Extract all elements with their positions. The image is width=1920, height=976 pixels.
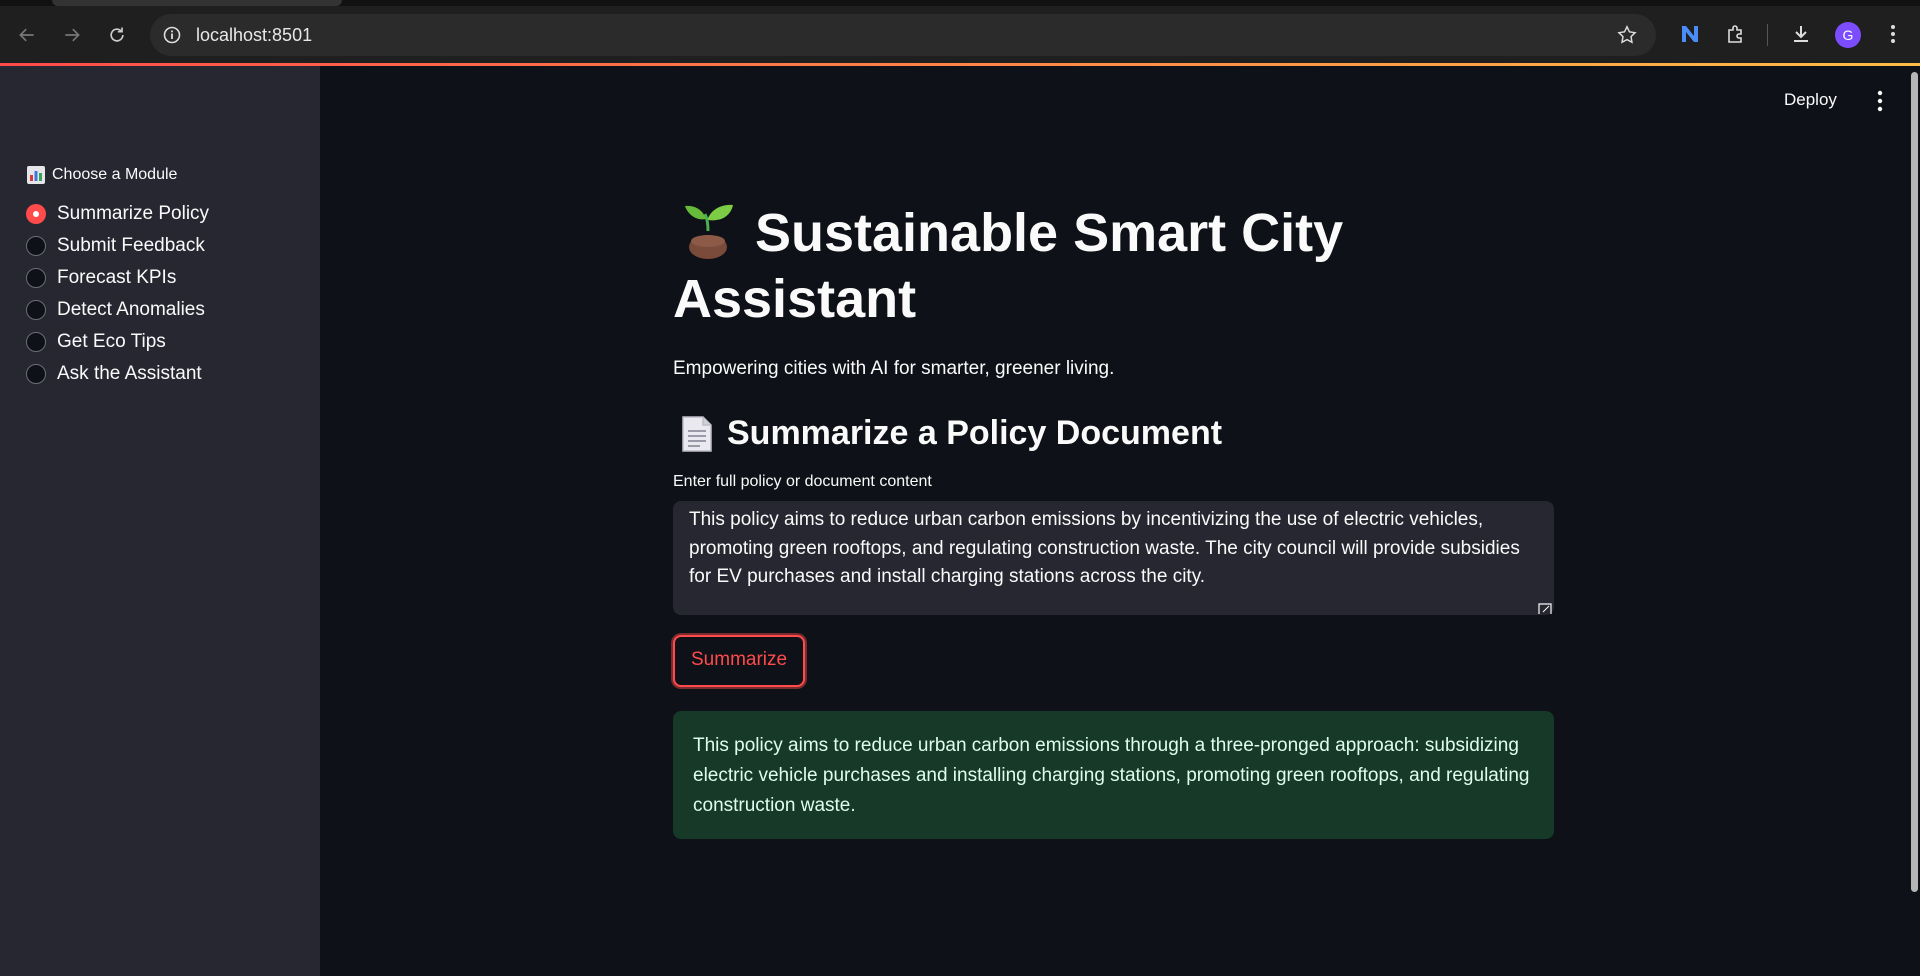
radio-label[interactable]: Ask the Assistant [57, 363, 202, 385]
radio-label[interactable]: Detect Anomalies [57, 299, 205, 321]
resize-handle-icon[interactable] [1538, 603, 1552, 615]
page-title: Sustainable Smart City Assistant [673, 200, 1554, 332]
radio-forecast-kpis[interactable]: Forecast KPIs [26, 262, 209, 294]
extensions-puzzle-icon[interactable] [1723, 21, 1749, 47]
page-subtitle: Empowering cities with AI for smarter, g… [673, 358, 1115, 379]
bookmark-star-icon[interactable] [1616, 24, 1638, 46]
reload-icon[interactable] [100, 18, 134, 52]
main-content: Sustainable Smart City Assistant Empower… [673, 200, 1554, 839]
radio-button[interactable] [26, 268, 46, 288]
forward-icon[interactable] [55, 18, 89, 52]
app-menu-icon[interactable] [1874, 90, 1886, 112]
module-label-text: Choose a Module [52, 166, 178, 183]
tab-strip [0, 0, 1920, 6]
radio-button[interactable] [26, 300, 46, 320]
sidebar: Choose a Module Summarize Policy Submit … [0, 66, 320, 976]
module-radio-group: Summarize Policy Submit Feedback Forecas… [26, 198, 209, 390]
address-bar[interactable]: localhost:8501 [150, 14, 1656, 56]
radio-button[interactable] [26, 332, 46, 352]
module-label: Choose a Module [27, 166, 177, 184]
policy-text-value[interactable]: This policy aims to reduce urban carbon … [689, 509, 1520, 587]
radio-label[interactable]: Get Eco Tips [57, 331, 166, 353]
scrollbar[interactable] [1909, 66, 1920, 976]
policy-input-label: Enter full policy or document content [673, 473, 932, 490]
download-icon[interactable] [1788, 21, 1814, 47]
back-icon[interactable] [10, 18, 44, 52]
radio-submit-feedback[interactable]: Submit Feedback [26, 230, 209, 262]
menu-kebab-icon[interactable] [1880, 21, 1906, 47]
summarize-button[interactable]: Summarize [673, 635, 806, 687]
deploy-button[interactable]: Deploy [1784, 90, 1837, 110]
summary-result-box: This policy aims to reduce urban carbon … [673, 711, 1554, 839]
scrollbar-thumb[interactable] [1911, 72, 1918, 892]
radio-get-eco-tips[interactable]: Get Eco Tips [26, 326, 209, 358]
browser-toolbar: localhost:8501 G [0, 0, 1920, 66]
radio-summarize-policy[interactable]: Summarize Policy [26, 198, 209, 230]
document-icon [682, 415, 712, 452]
bar-chart-icon [27, 166, 45, 184]
radio-label[interactable]: Submit Feedback [57, 235, 205, 257]
toolbar-divider [1767, 24, 1768, 46]
extension-n-icon[interactable] [1677, 21, 1703, 47]
summary-result-text: This policy aims to reduce urban carbon … [693, 735, 1530, 816]
section-title: Summarize a Policy Document [673, 414, 1554, 453]
radio-label[interactable]: Forecast KPIs [57, 267, 176, 289]
seedling-icon [685, 204, 733, 259]
radio-button[interactable] [26, 364, 46, 384]
site-info-icon[interactable] [162, 25, 182, 45]
section-title-text: Summarize a Policy Document [727, 414, 1223, 452]
radio-ask-the-assistant[interactable]: Ask the Assistant [26, 358, 209, 390]
url-text[interactable]: localhost:8501 [196, 25, 312, 46]
radio-button-selected[interactable] [26, 204, 46, 224]
radio-detect-anomalies[interactable]: Detect Anomalies [26, 294, 209, 326]
radio-label[interactable]: Summarize Policy [57, 203, 209, 225]
active-tab[interactable] [52, 0, 342, 6]
profile-avatar[interactable]: G [1835, 22, 1861, 48]
policy-text-area[interactable]: This policy aims to reduce urban carbon … [673, 501, 1554, 615]
radio-button[interactable] [26, 236, 46, 256]
page-title-text: Sustainable Smart City Assistant [673, 203, 1344, 329]
